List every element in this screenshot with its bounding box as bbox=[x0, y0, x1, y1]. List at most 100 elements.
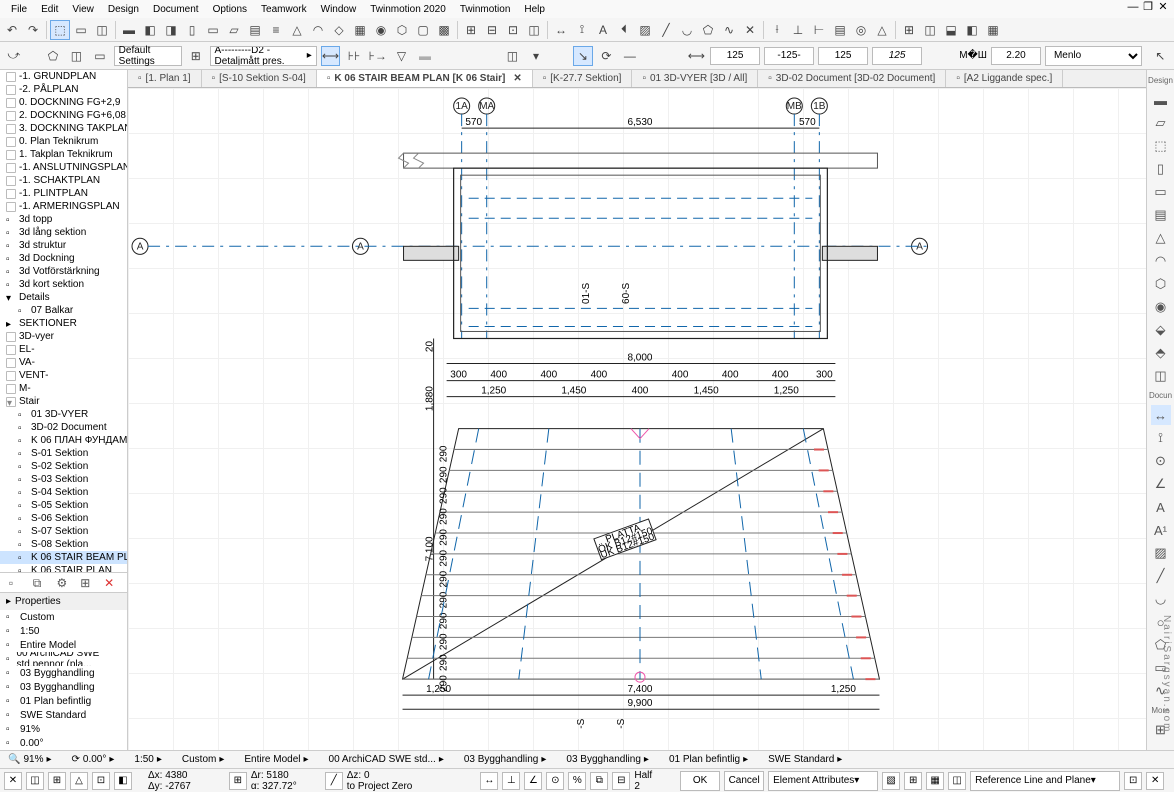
marquee-icon[interactable]: ◫ bbox=[92, 20, 112, 40]
f9-icon[interactable]: ↔ bbox=[480, 772, 498, 790]
geo2-icon[interactable]: ◫ bbox=[67, 46, 87, 66]
nav-item[interactable]: -1. SCHAKTPLAN bbox=[0, 174, 127, 187]
nav-item[interactable]: 0. DOCKNING FG+2,9 bbox=[0, 96, 127, 109]
ie-icon[interactable]: ⊢ bbox=[809, 20, 829, 40]
property-row[interactable]: ▫0.00° bbox=[0, 736, 127, 750]
r-col-icon[interactable]: ▯ bbox=[1151, 159, 1171, 179]
layer-selector[interactable]: A---------D2 - Detaljmått pres. ▸ bbox=[210, 46, 317, 66]
t4-icon[interactable]: ◫ bbox=[524, 20, 544, 40]
property-row[interactable]: ▫03 Bygghandling bbox=[0, 666, 127, 680]
pick-button[interactable]: ⬚ bbox=[50, 20, 70, 40]
f2-icon[interactable]: ◫ bbox=[26, 772, 44, 790]
nav-item[interactable]: ▫3d struktur bbox=[0, 239, 127, 252]
nav-item[interactable]: 1. Takplan Teknikrum bbox=[0, 148, 127, 161]
marker2-icon[interactable]: ▾ bbox=[526, 46, 546, 66]
nav-item[interactable]: 3D-vyer bbox=[0, 330, 127, 343]
f6-icon[interactable]: ◧ bbox=[114, 772, 132, 790]
nav-item[interactable]: -1. ANSLUTNINGSPLAN bbox=[0, 161, 127, 174]
nav-item[interactable]: ▫S-03 Sektion bbox=[0, 473, 127, 486]
view-tab[interactable]: ▫[1. Plan 1] bbox=[128, 70, 202, 87]
r-slab-icon[interactable]: ▱ bbox=[1151, 113, 1171, 133]
o1-icon[interactable]: ⊞ bbox=[186, 46, 206, 66]
view-tab[interactable]: ▫[K-27.7 Sektion] bbox=[533, 70, 633, 87]
model-status[interactable]: Entire Model ▸ bbox=[240, 754, 312, 765]
worksheet-icon[interactable]: ▤ bbox=[830, 20, 850, 40]
nav-item[interactable]: 3. DOCKNING TAKPLAN bbox=[0, 122, 127, 135]
f3-icon[interactable]: ⊞ bbox=[48, 772, 66, 790]
column-icon[interactable]: ▯ bbox=[182, 20, 202, 40]
f13-icon[interactable]: % bbox=[568, 772, 586, 790]
f1-icon[interactable]: ✕ bbox=[4, 772, 22, 790]
more1-icon[interactable]: ◫ bbox=[920, 20, 940, 40]
nav-item[interactable]: ▫S-07 Sektion bbox=[0, 525, 127, 538]
dim-opt-icon[interactable]: ▬ bbox=[415, 46, 435, 66]
f11-icon[interactable]: ∠ bbox=[524, 772, 542, 790]
railing-icon[interactable]: ≡ bbox=[266, 20, 286, 40]
beam-icon[interactable]: ▭ bbox=[203, 20, 223, 40]
nav-item[interactable]: ▸SEKTIONER bbox=[0, 317, 127, 330]
view-tab[interactable]: ▫[S-10 Sektion S-04] bbox=[202, 70, 317, 87]
r-morph-icon[interactable]: ⬡ bbox=[1151, 274, 1171, 294]
witness3-icon[interactable]: — bbox=[620, 46, 640, 66]
fa3-icon[interactable]: ▦ bbox=[926, 772, 944, 790]
ok-button[interactable]: OK bbox=[680, 771, 720, 791]
nav-new-icon[interactable]: ▫ bbox=[9, 576, 23, 590]
fill-icon[interactable]: ▨ bbox=[635, 20, 655, 40]
skylight-icon[interactable]: ◇ bbox=[329, 20, 349, 40]
grid-icon[interactable]: ⊞ bbox=[899, 20, 919, 40]
nav-item[interactable]: ▫3d topp bbox=[0, 213, 127, 226]
zone-icon[interactable]: ▢ bbox=[413, 20, 433, 40]
ref-line-button[interactable]: Reference Line and Plane ▾ bbox=[970, 771, 1120, 791]
poly-icon[interactable]: ⬠ bbox=[698, 20, 718, 40]
r-t3-icon[interactable]: ◫ bbox=[1151, 366, 1171, 386]
zoom-status[interactable]: 🔍 91% ▸ bbox=[4, 754, 56, 765]
r-beam-icon[interactable]: ▭ bbox=[1151, 182, 1171, 202]
curtain-icon[interactable]: ▦ bbox=[350, 20, 370, 40]
d1-icon[interactable]: ⟷ bbox=[687, 46, 707, 66]
dim-val-3[interactable] bbox=[818, 47, 868, 65]
font-select[interactable]: Menlo bbox=[1045, 46, 1143, 66]
nav-item[interactable]: ▫3d lång sektion bbox=[0, 226, 127, 239]
dim-val-1[interactable] bbox=[710, 47, 760, 65]
nav-item[interactable]: -1. GRUNDPLAN bbox=[0, 70, 127, 83]
arc-icon[interactable]: ◡ bbox=[677, 20, 697, 40]
nav-item[interactable]: ▫3d Dockning bbox=[0, 252, 127, 265]
r-fill-icon[interactable]: ▨ bbox=[1151, 543, 1171, 563]
fb2-icon[interactable]: ✕ bbox=[1146, 772, 1164, 790]
property-row[interactable]: ▫Entire Model bbox=[0, 638, 127, 652]
level-icon[interactable]: ⟟ bbox=[572, 20, 592, 40]
arrow-icon[interactable]: ▭ bbox=[71, 20, 91, 40]
mesh-icon[interactable]: ▩ bbox=[434, 20, 454, 40]
maximize-button[interactable]: ❐ bbox=[1141, 2, 1155, 14]
nav-item[interactable]: M- bbox=[0, 382, 127, 395]
property-row[interactable]: ▫91% bbox=[0, 722, 127, 736]
r-dim-icon[interactable]: ↔ bbox=[1151, 405, 1171, 425]
dimension-icon[interactable]: ↔ bbox=[551, 20, 571, 40]
nav-delete-icon[interactable]: ✕ bbox=[104, 576, 118, 590]
dim-chain-icon[interactable]: ⊦⊦ bbox=[344, 46, 364, 66]
nav-set-icon[interactable]: ⚙ bbox=[56, 576, 70, 590]
nav-item[interactable]: ▾Details bbox=[0, 291, 127, 304]
menu-help[interactable]: Help bbox=[517, 4, 552, 15]
undo-icon[interactable]: ↶ bbox=[2, 20, 22, 40]
menu-twinmotion2020[interactable]: Twinmotion 2020 bbox=[363, 4, 453, 15]
menu-teamwork[interactable]: Teamwork bbox=[254, 4, 314, 15]
nav-item[interactable]: ▫3D-02 Document bbox=[0, 421, 127, 434]
layer2-status[interactable]: 03 Bygghandling ▸ bbox=[562, 754, 653, 765]
nav-item[interactable]: ▫S-05 Sektion bbox=[0, 499, 127, 512]
f5-icon[interactable]: ⊡ bbox=[92, 772, 110, 790]
nav-item[interactable]: ▫01 3D-VYER bbox=[0, 408, 127, 421]
property-row[interactable]: ▫03 Bygghandling bbox=[0, 680, 127, 694]
angle-status[interactable]: ⟳ 0.00° ▸ bbox=[68, 754, 119, 765]
view-tab[interactable]: ▫K 06 STAIR BEAM PLAN [K 06 Stair]✕ bbox=[317, 70, 533, 87]
t1-icon[interactable]: ⊞ bbox=[461, 20, 481, 40]
morph-icon[interactable]: ◉ bbox=[371, 20, 391, 40]
r-arc-icon[interactable]: ◡ bbox=[1151, 589, 1171, 609]
property-row[interactable]: ▫Custom bbox=[0, 610, 127, 624]
slab-icon[interactable]: ▱ bbox=[224, 20, 244, 40]
menu-twinmotion[interactable]: Twinmotion bbox=[453, 4, 518, 15]
dim-val-2[interactable] bbox=[764, 47, 814, 65]
line-icon[interactable]: ╱ bbox=[656, 20, 676, 40]
f14-icon[interactable]: ⧉ bbox=[590, 772, 608, 790]
elevation-icon[interactable]: ⊥ bbox=[788, 20, 808, 40]
